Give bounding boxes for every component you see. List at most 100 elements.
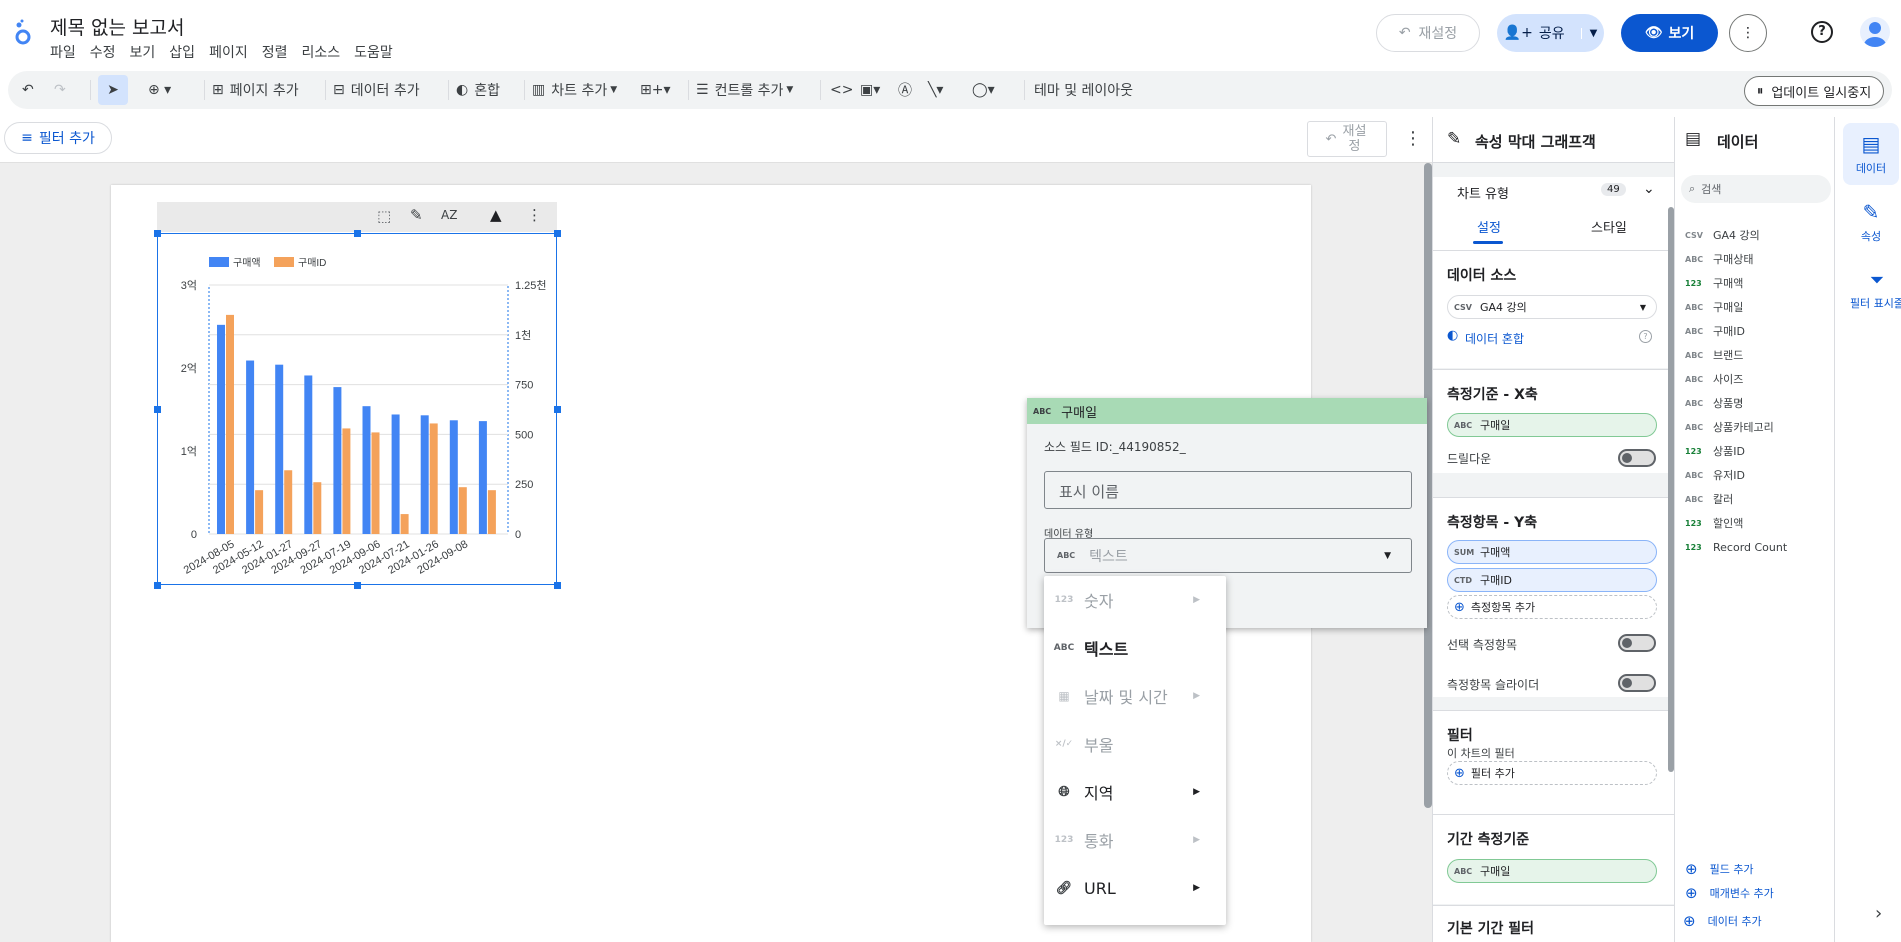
add-data-button[interactable]: ⊟ 데이터 추가 [333, 71, 420, 109]
resize-handle[interactable] [554, 406, 561, 413]
resize-handle[interactable] [154, 230, 161, 237]
looker-studio-logo-icon[interactable] [12, 18, 34, 46]
menu-insert[interactable]: 삽입 [169, 42, 195, 62]
rail-filters-tab[interactable]: ⏷ 필터 표시줄 [1849, 259, 1901, 321]
tab-setup[interactable]: 설정 [1477, 217, 1501, 236]
view-button[interactable]: 👁 보기 [1621, 14, 1718, 52]
display-name-input[interactable]: 표시 이름 [1044, 471, 1412, 509]
menu-item-boolean[interactable]: ×/✓ 부울 [1044, 720, 1226, 768]
date-dimension-chip[interactable]: ABC 구매일 [1447, 859, 1657, 883]
metric-slider-toggle[interactable] [1618, 674, 1656, 692]
menu-view[interactable]: 보기 [130, 42, 156, 62]
image-icon[interactable]: ▣▾ [860, 71, 880, 109]
panel-add-data-button[interactable]: ⊕ 데이터 추가 [1683, 909, 1762, 933]
blend-button[interactable]: ◐ 혼합 [456, 71, 500, 109]
menu-arrange[interactable]: 정렬 [262, 42, 288, 62]
resize-handle[interactable] [354, 582, 361, 589]
resize-handle[interactable] [154, 406, 161, 413]
drilldown-toggle[interactable] [1618, 449, 1656, 467]
chevron-down-icon[interactable]: ⌄ [1643, 181, 1655, 197]
chart-add-filter-button[interactable]: ⊕ 필터 추가 [1447, 761, 1657, 785]
theme-layout-button[interactable]: 테마 및 레이아웃 [1034, 71, 1133, 109]
redo-icon[interactable]: ↷ [54, 71, 66, 109]
field-item[interactable]: ABC 브랜드 [1685, 343, 1743, 367]
field-item[interactable]: ABC 구매ID [1685, 319, 1745, 343]
menu-edit[interactable]: 수정 [90, 42, 116, 62]
field-item[interactable]: ABC 사이즈 [1685, 367, 1743, 391]
canvas-more-icon[interactable]: ⋮ [1404, 128, 1422, 149]
add-control-button[interactable]: ☰ 컨트롤 추가 ▼ [696, 71, 793, 109]
bar-chart[interactable]: 1.25천 1천 750 500 250 0 3억 2억 1억 0 2024-08-05 2024-0… [157, 233, 557, 585]
field-item[interactable]: ABC 유저ID [1685, 463, 1745, 487]
tab-style[interactable]: 스타일 [1591, 217, 1627, 236]
field-item[interactable]: 123 할인액 [1685, 511, 1743, 535]
embed-code-icon[interactable]: <> [830, 71, 853, 109]
shape-icon[interactable]: ◯▾ [972, 71, 995, 109]
menu-item-number[interactable]: 123 숫자 ▶ [1044, 576, 1226, 624]
menu-help[interactable]: 도움말 [354, 42, 393, 62]
add-metric-button[interactable]: ⊕ 측정항목 추가 [1447, 595, 1657, 619]
menu-page[interactable]: 페이지 [209, 42, 248, 62]
menu-item-currency[interactable]: 123 통화 ▶ [1044, 816, 1226, 864]
canvas-reset-button[interactable]: ↶ 재설정 [1307, 121, 1387, 157]
add-page-button[interactable]: ⊞ 페이지 추가 [212, 71, 299, 109]
community-viz-icon[interactable]: ⊞+▾ [640, 71, 671, 109]
chart-type-label[interactable]: 차트 유형 [1457, 183, 1509, 202]
optional-metric-toggle[interactable] [1618, 634, 1656, 652]
add-chart-button[interactable]: ▥ 차트 추가 ▼ [532, 71, 617, 109]
menu-resource[interactable]: 리소스 [301, 42, 340, 62]
field-item[interactable]: 123 구매액 [1685, 271, 1743, 295]
resize-handle[interactable] [154, 582, 161, 589]
edit-pencil-icon[interactable]: ✎ [410, 206, 423, 224]
help-icon[interactable]: ? [1639, 330, 1652, 343]
sort-az-icon[interactable]: AZ [441, 208, 457, 222]
select-area-icon[interactable]: ⬚ [377, 207, 391, 225]
menu-item-url[interactable]: 🔗︎ URL ▶ [1044, 864, 1226, 912]
metric-chip[interactable]: SUM 구매액 [1447, 540, 1657, 564]
chart-more-icon[interactable]: ⋮ [527, 206, 542, 224]
menu-item-text[interactable]: ABC 텍스트 [1044, 624, 1226, 672]
field-item[interactable]: ABC 칼러 [1685, 487, 1733, 511]
menu-file[interactable]: 파일 [50, 42, 76, 62]
zoom-icon[interactable]: ⊕ ▾ [148, 71, 171, 109]
field-item-label: 칼러 [1713, 493, 1734, 506]
field-search-input[interactable]: ⌕ 검색 [1681, 175, 1831, 203]
field-item[interactable]: 123 Record Count [1685, 535, 1787, 559]
chevron-right-icon[interactable]: › [1875, 903, 1882, 924]
field-item[interactable]: ABC 구매일 [1685, 295, 1743, 319]
dimension-chip[interactable]: ABC 구매일 [1447, 413, 1657, 437]
add-filter-button[interactable]: ≡ 필터 추가 [4, 122, 112, 154]
line-icon[interactable]: ╲▾ [928, 71, 943, 109]
add-field-button[interactable]: ⊕ 필드 추가 [1685, 857, 1754, 881]
pause-updates-button[interactable]: ⏸ 업데이트 일시중지 [1744, 76, 1884, 106]
add-parameter-button[interactable]: ⊕ 매개변수 추가 [1685, 881, 1774, 905]
field-item[interactable]: ABC 구매상태 [1685, 247, 1753, 271]
metric-chip[interactable]: CTD 구매ID [1447, 568, 1657, 592]
report-title[interactable]: 제목 없는 보고서 [50, 13, 184, 40]
share-button[interactable]: 👤+ 공유 ▼ [1497, 14, 1604, 52]
resize-handle[interactable] [554, 230, 561, 237]
undo-icon[interactable]: ↶ [22, 71, 34, 109]
data-type-select[interactable]: ABC 텍스트 ▼ [1044, 538, 1412, 573]
help-icon[interactable]: ? [1811, 21, 1833, 43]
field-item[interactable]: ABC 상품카테고리 [1685, 415, 1774, 439]
text-box-icon[interactable]: Ⓐ [898, 71, 912, 109]
reset-button[interactable]: ↶ 재설정 [1376, 14, 1480, 52]
field-item[interactable]: 123 상품ID [1685, 439, 1745, 463]
rail-properties-tab[interactable]: ✎ 속성 [1843, 191, 1899, 253]
y-right-tick-label: 250 [515, 479, 533, 491]
data-source-item[interactable]: CSV GA4 강의 [1685, 223, 1760, 247]
blend-data-link[interactable]: 데이터 혼합 [1465, 330, 1524, 347]
resize-handle[interactable] [354, 230, 361, 237]
rail-data-tab[interactable]: ▤ 데이터 [1843, 123, 1899, 185]
avatar[interactable] [1860, 17, 1890, 47]
field-item[interactable]: ABC 상품명 [1685, 391, 1743, 415]
menu-item-geo[interactable]: 🌐︎ 지역 ▶ [1044, 768, 1226, 816]
warning-icon[interactable]: ▲ [490, 206, 502, 224]
select-cursor-icon[interactable]: ➤ [98, 75, 128, 105]
share-dropdown-icon[interactable]: ▼ [1580, 27, 1597, 39]
more-options-icon[interactable]: ⋮ [1729, 14, 1767, 52]
data-source-select[interactable]: CSV GA4 강의 ▼ [1447, 295, 1657, 319]
menu-item-datetime[interactable]: ▦ 날짜 및 시간 ▶ [1044, 672, 1226, 720]
resize-handle[interactable] [554, 582, 561, 589]
